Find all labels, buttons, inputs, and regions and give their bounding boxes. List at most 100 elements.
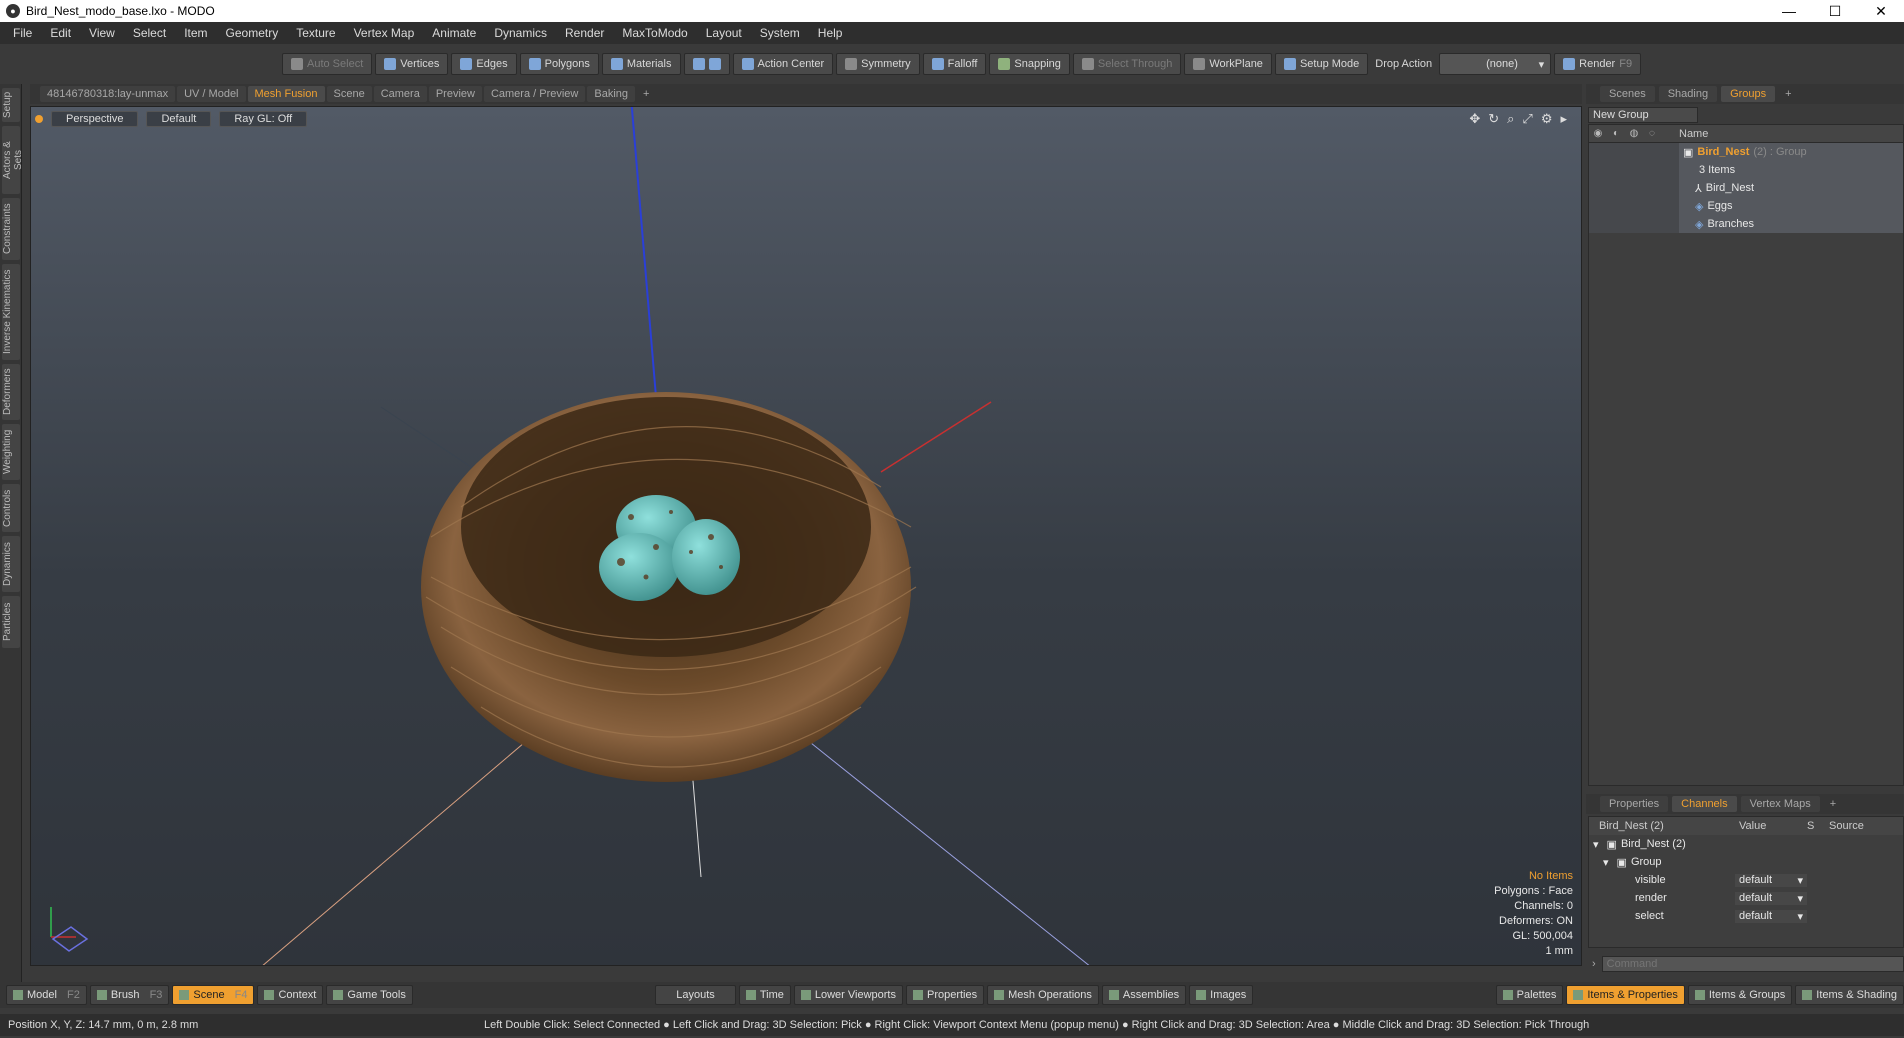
scene-layout-button[interactable]: Scene F4: [172, 985, 255, 1005]
tab-camera[interactable]: Camera: [373, 86, 427, 102]
context-button[interactable]: Context: [257, 985, 324, 1005]
mesh-operations-button[interactable]: Mesh Operations: [987, 985, 1099, 1005]
tab-constraints[interactable]: Constraints: [2, 198, 20, 260]
play-icon[interactable]: ▸: [1560, 111, 1567, 127]
tab-dynamics[interactable]: Dynamics: [2, 536, 20, 592]
tab-camera-preview[interactable]: Camera / Preview: [483, 86, 586, 102]
tab-shading[interactable]: Shading: [1658, 86, 1718, 102]
list-item[interactable]: ⅄ Bird_Nest: [1589, 179, 1903, 197]
menu-animate[interactable]: Animate: [423, 26, 485, 40]
table-row[interactable]: select default ▾: [1589, 907, 1903, 925]
tab-controls[interactable]: Controls: [2, 484, 20, 532]
snapping-button[interactable]: Snapping: [989, 53, 1070, 75]
maximize-icon[interactable]: ☐: [1812, 0, 1858, 22]
group-row-bird-nest[interactable]: ▣ Bird_Nest (2) : Group: [1589, 143, 1903, 161]
expand-icon[interactable]: ▾: [1589, 838, 1599, 851]
tab-setup[interactable]: Setup: [2, 88, 20, 122]
menu-maxtomodo[interactable]: MaxToModo: [613, 26, 696, 40]
symmetry-button[interactable]: Symmetry: [836, 53, 920, 75]
tab-inverse-kinematics[interactable]: Inverse Kinematics: [2, 264, 20, 360]
materials-button[interactable]: Materials: [601, 53, 681, 75]
add-tab-icon[interactable]: +: [1824, 798, 1842, 810]
assemblies-button[interactable]: Assemblies: [1101, 985, 1187, 1005]
properties-button[interactable]: Properties: [905, 985, 985, 1005]
tab-vertex-maps[interactable]: Vertex Maps: [1740, 796, 1820, 812]
drop-action-select[interactable]: (none) ▾: [1439, 53, 1552, 75]
3d-viewport[interactable]: Perspective Default Ray GL: Off ✥ ↻ ⌕ ⤢ …: [30, 106, 1582, 966]
render-button[interactable]: Render F9: [1554, 53, 1642, 75]
rotate-view-icon[interactable]: ↻: [1488, 111, 1499, 127]
polygons-button[interactable]: Polygons: [519, 53, 599, 75]
new-group-button[interactable]: New Group: [1588, 107, 1698, 123]
close-icon[interactable]: ✕: [1858, 0, 1904, 22]
images-button[interactable]: Images: [1189, 985, 1254, 1005]
lock-icon[interactable]: ◍: [1625, 128, 1643, 139]
menu-vertex-map[interactable]: Vertex Map: [345, 26, 424, 40]
workplane-button[interactable]: WorkPlane: [1184, 53, 1272, 75]
tab-scenes[interactable]: Scenes: [1600, 86, 1655, 102]
items-shading-button[interactable]: Items & Shading: [1795, 985, 1904, 1005]
shading-default-button[interactable]: Default: [146, 111, 212, 127]
table-row[interactable]: render default ▾: [1589, 889, 1903, 907]
gear-icon[interactable]: ⚙: [1541, 111, 1553, 127]
minimize-icon[interactable]: —: [1766, 0, 1812, 22]
menu-select[interactable]: Select: [124, 26, 175, 40]
edges-button[interactable]: Edges: [451, 53, 517, 75]
falloff-button[interactable]: Falloff: [922, 53, 987, 75]
tab-uv-model[interactable]: UV / Model: [177, 86, 246, 102]
raygl-button[interactable]: Ray GL: Off: [219, 111, 308, 127]
list-item[interactable]: ◈ Eggs: [1589, 197, 1903, 215]
menu-render[interactable]: Render: [556, 26, 613, 40]
channel-value-select[interactable]: default ▾: [1735, 891, 1807, 905]
perspective-button[interactable]: Perspective: [51, 111, 139, 127]
render-toggle-icon[interactable]: ◐: [1607, 128, 1625, 139]
eye-icon[interactable]: ◉: [1589, 128, 1607, 139]
action-center-button[interactable]: Action Center: [732, 53, 834, 75]
menu-dynamics[interactable]: Dynamics: [485, 26, 556, 40]
setup-mode-button[interactable]: Setup Mode: [1274, 53, 1369, 75]
tab-layer[interactable]: 48146780318:lay-unmax: [40, 86, 176, 102]
add-tab-icon[interactable]: +: [637, 88, 655, 100]
menu-item[interactable]: Item: [175, 26, 216, 40]
time-button[interactable]: Time: [738, 985, 791, 1005]
vertices-button[interactable]: Vertices: [375, 53, 449, 75]
tab-scene[interactable]: Scene: [326, 86, 372, 102]
tab-channels[interactable]: Channels: [1672, 796, 1737, 812]
auto-select-button[interactable]: Auto Select: [282, 53, 373, 75]
add-tab-icon[interactable]: +: [1779, 88, 1797, 100]
menu-edit[interactable]: Edit: [41, 26, 80, 40]
menu-texture[interactable]: Texture: [287, 26, 344, 40]
tab-deformers[interactable]: Deformers: [2, 364, 20, 420]
channel-value-select[interactable]: default ▾: [1735, 909, 1807, 923]
viewport-menu-icon[interactable]: [35, 115, 43, 123]
items-groups-button[interactable]: Items & Groups: [1687, 985, 1793, 1005]
zoom-view-icon[interactable]: ⌕: [1507, 111, 1514, 127]
game-tools-button[interactable]: Game Tools: [326, 985, 413, 1005]
tab-properties[interactable]: Properties: [1600, 796, 1669, 812]
menu-file[interactable]: File: [4, 26, 41, 40]
list-item[interactable]: ◈ Branches: [1589, 215, 1903, 233]
menu-view[interactable]: View: [80, 26, 124, 40]
layouts-button[interactable]: Layouts: [655, 985, 736, 1005]
channel-group-row[interactable]: ▾ ▣ Group: [1589, 853, 1903, 871]
channel-value-select[interactable]: default ▾: [1735, 873, 1807, 887]
channel-root-row[interactable]: ▾ ▣ Bird_Nest (2): [1589, 835, 1903, 853]
command-input[interactable]: [1601, 956, 1904, 972]
tab-actors-sets[interactable]: Actors & Sets: [2, 126, 24, 194]
tab-baking[interactable]: Baking: [587, 86, 636, 102]
select-mode-button[interactable]: [683, 53, 730, 75]
menu-help[interactable]: Help: [809, 26, 852, 40]
expand-icon[interactable]: ▾: [1589, 856, 1609, 869]
table-row[interactable]: visible default ▾: [1589, 871, 1903, 889]
palettes-button[interactable]: Palettes: [1495, 985, 1564, 1005]
tab-mesh-fusion[interactable]: Mesh Fusion: [247, 86, 325, 102]
items-properties-button[interactable]: Items & Properties: [1566, 985, 1685, 1005]
tab-weighting[interactable]: Weighting: [2, 424, 20, 480]
tab-preview[interactable]: Preview: [428, 86, 482, 102]
menu-layout[interactable]: Layout: [697, 26, 751, 40]
move-view-icon[interactable]: ✥: [1469, 111, 1480, 127]
menu-geometry[interactable]: Geometry: [217, 26, 288, 40]
menu-system[interactable]: System: [751, 26, 809, 40]
tab-groups[interactable]: Groups: [1721, 86, 1776, 102]
tab-particles[interactable]: Particles: [2, 596, 20, 648]
